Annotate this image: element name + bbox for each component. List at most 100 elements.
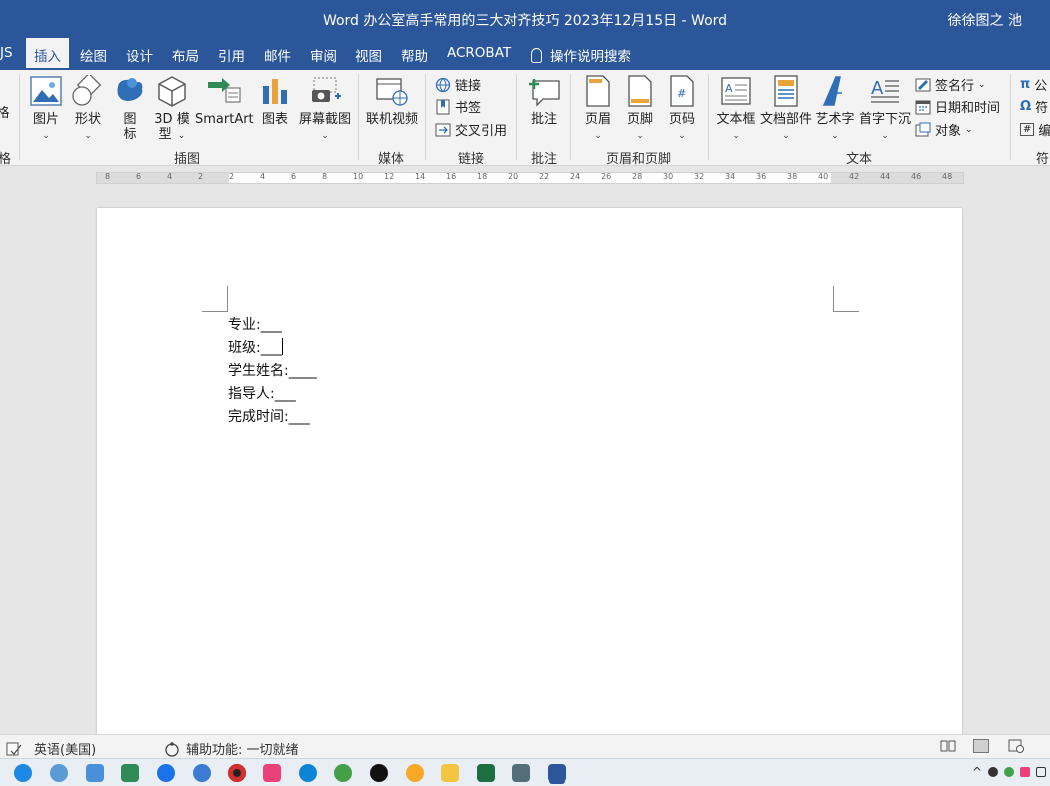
- ruler-number: 16: [446, 172, 457, 181]
- horizontal-ruler[interactable]: 8 6 4 2 2 4 6 8 10 12 14 16 18 20 22 24 26 28 30 32 34 36 38 40…: [96, 172, 964, 184]
- shapes-button[interactable]: 形状 ⌄: [68, 74, 108, 144]
- header-button[interactable]: 页眉 ⌄: [578, 74, 618, 144]
- wordart-icon: [822, 76, 842, 106]
- doc-line-student-name[interactable]: 学生姓名:____: [228, 360, 317, 383]
- sync-icon[interactable]: [193, 764, 211, 782]
- icons-label-line1: 图: [123, 112, 137, 127]
- group-separator: [570, 74, 571, 160]
- doc-line-class[interactable]: 班级:___: [228, 337, 317, 360]
- excel-icon[interactable]: [477, 764, 495, 782]
- date-time-button[interactable]: 日期和时间: [915, 97, 1000, 116]
- tab-mailings[interactable]: 邮件: [264, 45, 291, 65]
- tab-acrobat[interactable]: ACROBAT: [447, 45, 511, 61]
- browser-icon[interactable]: [157, 764, 175, 782]
- title-bar: Word 办公室高手常用的三大对齐技巧 2023年12月15日 - Word 徐…: [0, 0, 1050, 38]
- cross-reference-button[interactable]: 交叉引用: [435, 120, 507, 139]
- ruler-number: 36: [756, 172, 767, 181]
- calculator-icon[interactable]: [512, 764, 530, 782]
- signature-line-button[interactable]: 签名行 ⌄: [915, 75, 986, 94]
- drop-cap-button[interactable]: A 首字下沉 ⌄: [856, 74, 914, 144]
- app-icon[interactable]: [121, 764, 139, 782]
- tab-help[interactable]: 帮助: [401, 45, 428, 65]
- chevron-down-icon: ⌄: [782, 131, 790, 141]
- group-separator: [516, 74, 517, 160]
- edge-browser-icon[interactable]: [299, 764, 317, 782]
- footer-button[interactable]: 页脚 ⌄: [620, 74, 660, 144]
- doc-line-advisor[interactable]: 指导人:___: [228, 383, 317, 406]
- screenshot-button[interactable]: 屏幕截图 ⌄: [296, 74, 354, 144]
- group-separator: [1010, 74, 1011, 160]
- tray-media-icon: [1020, 767, 1030, 777]
- ruler-number: 48: [942, 172, 953, 181]
- tell-me-search[interactable]: 操作说明搜索: [531, 45, 631, 65]
- equation-button[interactable]: π 公: [1020, 75, 1047, 94]
- 3d-models-button[interactable]: 3D 模 型 ⌄: [150, 74, 194, 144]
- partial-left-label: 格: [0, 106, 10, 121]
- links-group-label: 链接: [458, 152, 485, 167]
- picture-button[interactable]: 图片 ⌄: [26, 74, 66, 144]
- tab-partial-left[interactable]: JS: [0, 45, 13, 61]
- wechat-icon[interactable]: [334, 764, 352, 782]
- doc-line-completion-time[interactable]: 完成时间:___: [228, 406, 317, 429]
- icons-icon: [117, 78, 143, 101]
- object-button[interactable]: 对象 ⌄: [915, 120, 973, 139]
- photos-icon[interactable]: [86, 764, 104, 782]
- page-number-button[interactable]: # 页码 ⌄: [662, 74, 702, 144]
- smartart-button[interactable]: SmartArt: [195, 74, 254, 127]
- number-button[interactable]: # 编: [1020, 120, 1050, 139]
- language-status[interactable]: 英语(美国): [6, 739, 96, 758]
- page-number-label: 页码: [668, 112, 695, 127]
- qq-icon[interactable]: [370, 764, 388, 782]
- ruler-number: 8: [105, 172, 111, 181]
- ruler-number: 28: [632, 172, 643, 181]
- accessibility-status[interactable]: 辅助功能: 一切就绪: [164, 739, 299, 758]
- tab-layout[interactable]: 布局: [172, 45, 199, 65]
- tray-wechat-icon: [1004, 767, 1014, 777]
- media-icon[interactable]: [263, 764, 281, 782]
- quick-parts-button[interactable]: 文档部件 ⌄: [759, 74, 813, 144]
- chart-button[interactable]: 图表: [256, 74, 294, 127]
- ruler-number: 44: [880, 172, 891, 181]
- chevron-down-icon: ⌄: [594, 131, 602, 141]
- wordart-button[interactable]: 艺术字 ⌄: [814, 74, 856, 144]
- tab-draw[interactable]: 绘图: [80, 45, 107, 65]
- online-video-button[interactable]: 联机视频: [362, 74, 422, 127]
- cube-icon: [158, 76, 186, 107]
- file-explorer-icon[interactable]: [441, 764, 459, 782]
- ruler-number: 20: [508, 172, 519, 181]
- system-tray[interactable]: ^: [972, 765, 1046, 779]
- bookmark-button[interactable]: 书签: [435, 97, 481, 116]
- document-body[interactable]: 专业:___ 班级:___ 学生姓名:____ 指导人:___ 完成时间:___: [228, 314, 317, 429]
- link-button[interactable]: 链接: [435, 75, 481, 94]
- document-page[interactable]: 专业:___ 班级:___ 学生姓名:____ 指导人:___ 完成时间:___: [97, 208, 962, 738]
- tab-references[interactable]: 引用: [218, 45, 245, 65]
- network-icon[interactable]: [50, 764, 68, 782]
- ruler-number: 46: [911, 172, 922, 181]
- web-layout-icon[interactable]: [1008, 739, 1024, 753]
- object-icon: [915, 122, 931, 136]
- symbols-group-label: 符: [1036, 152, 1050, 167]
- partial-left-button[interactable]: 格: [0, 106, 10, 121]
- record-icon[interactable]: [228, 764, 246, 782]
- textbox-button[interactable]: A 文本框 ⌄: [714, 74, 758, 144]
- tab-view[interactable]: 视图: [355, 45, 382, 65]
- symbol-button[interactable]: Ω 符: [1020, 97, 1048, 116]
- tab-design[interactable]: 设计: [126, 45, 153, 65]
- comment-button[interactable]: 批注: [522, 74, 566, 127]
- ruler-number: 14: [415, 172, 426, 181]
- icons-button[interactable]: 图 标: [112, 74, 148, 142]
- status-bar: 英语(美国) 辅助功能: 一切就绪: [0, 734, 1050, 758]
- tab-review[interactable]: 审阅: [310, 45, 337, 65]
- wordart-label: 艺术字: [815, 112, 855, 127]
- ribbon-tabs: JS 插入 绘图 设计 布局 引用 邮件 审阅 视图 帮助 ACROBAT 操作…: [0, 38, 1050, 70]
- chevron-down-icon: ⌄: [678, 131, 686, 141]
- print-layout-icon[interactable]: [973, 739, 989, 753]
- edge-icon[interactable]: [14, 764, 32, 782]
- read-mode-icon[interactable]: [940, 739, 956, 753]
- word-icon[interactable]: [548, 764, 566, 782]
- app-yellow-icon[interactable]: [406, 764, 424, 782]
- svg-text:A: A: [871, 78, 884, 99]
- tab-insert[interactable]: 插入: [26, 38, 69, 70]
- account-name[interactable]: 徐徐图之 池: [948, 10, 1022, 30]
- doc-line-major[interactable]: 专业:___: [228, 314, 317, 337]
